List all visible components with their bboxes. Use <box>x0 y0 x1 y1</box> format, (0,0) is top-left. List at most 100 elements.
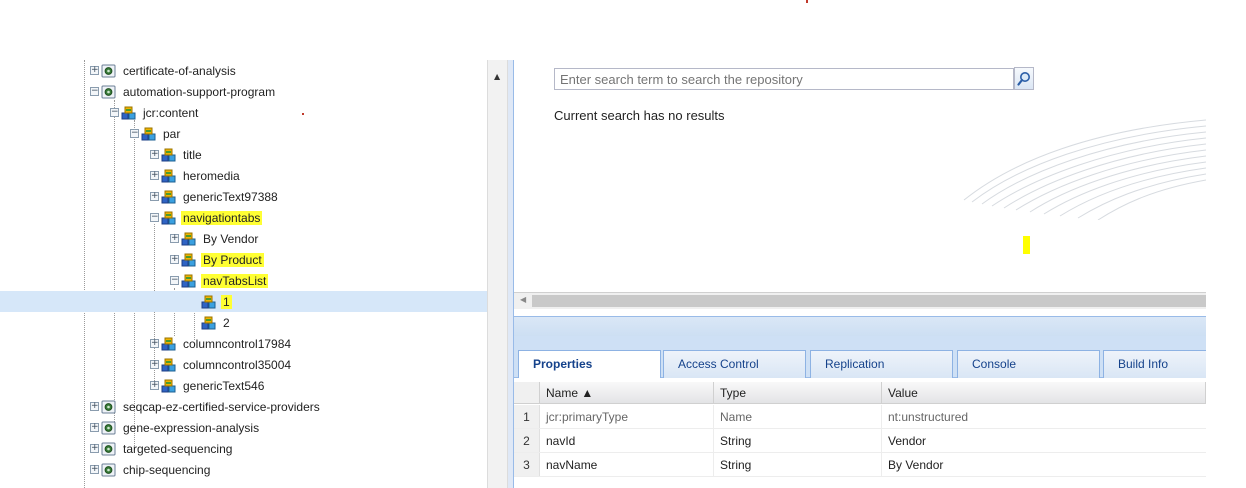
property-type: String <box>714 453 882 476</box>
tree-node[interactable]: 2 <box>0 312 487 333</box>
collapse-toggle-icon[interactable]: − <box>110 108 119 117</box>
scrollbar-thumb[interactable] <box>532 295 1206 307</box>
tree-node[interactable]: + columncontrol35004 <box>0 354 487 375</box>
tree-node[interactable]: + By Vendor <box>0 228 487 249</box>
tree-node[interactable]: − automation-support-program <box>0 81 487 102</box>
tree-node-label[interactable]: genericText97388 <box>181 190 280 204</box>
node-icon <box>201 295 217 309</box>
repository-search-input[interactable] <box>554 68 1014 90</box>
tree-node-label[interactable]: par <box>161 127 182 141</box>
expand-toggle-icon[interactable]: + <box>90 66 99 75</box>
table-row[interactable]: 3 navName String By Vendor <box>514 453 1206 477</box>
tree-node-label[interactable]: automation-support-program <box>121 85 277 99</box>
tree-node[interactable]: + certificate-of-analysis <box>0 60 487 81</box>
property-name: navName <box>540 453 714 476</box>
tree-node[interactable]: − navTabsList <box>0 270 487 291</box>
scroll-up-arrow-icon[interactable]: ▲ <box>494 72 500 81</box>
tree-node-label[interactable]: certificate-of-analysis <box>121 64 238 78</box>
tree-scrollbar[interactable]: ▲ <box>487 60 508 488</box>
tree-node[interactable]: + heromedia <box>0 165 487 186</box>
expand-toggle-icon[interactable]: + <box>150 339 159 348</box>
content-tree[interactable]: + certificate-of-analysis − automation-supp… <box>0 60 487 488</box>
tree-node[interactable]: + By Product <box>0 249 487 270</box>
expand-toggle-icon[interactable]: + <box>150 150 159 159</box>
node-icon <box>161 169 177 183</box>
tree-node-label[interactable]: seqcap-ez-certified-service-providers <box>121 400 322 414</box>
page-icon <box>101 421 117 435</box>
tree-node-label[interactable]: By Product <box>201 252 264 267</box>
column-header-type[interactable]: Type <box>714 382 882 403</box>
property-type: Name <box>714 405 882 428</box>
tree-node-label[interactable]: genericText546 <box>181 379 266 393</box>
tree-node-label[interactable]: jcr:content <box>141 106 200 120</box>
property-value: nt:unstructured <box>888 409 969 424</box>
expand-toggle-icon[interactable]: + <box>170 234 179 243</box>
node-icon <box>121 106 137 120</box>
collapse-toggle-icon[interactable]: − <box>90 87 99 96</box>
collapse-toggle-icon[interactable]: − <box>170 276 179 285</box>
node-icon <box>201 316 217 330</box>
table-row[interactable]: 2 navId String Vendor <box>514 429 1206 453</box>
properties-grid: Name ▲ Type Value 1 jcr:primaryType Name… <box>514 378 1206 488</box>
search-horizontal-scrollbar[interactable]: ◀ <box>514 292 1206 309</box>
collapse-toggle-icon[interactable]: − <box>150 213 159 222</box>
tree-node-label[interactable]: columncontrol17984 <box>181 337 293 351</box>
node-icon <box>181 253 197 267</box>
panel-header-bar <box>514 316 1206 336</box>
tree-node-label[interactable]: columncontrol35004 <box>181 358 293 372</box>
collapse-toggle-icon[interactable]: − <box>130 129 139 138</box>
tree-node[interactable]: − par <box>0 123 487 144</box>
tree-node[interactable]: + chip-sequencing <box>0 459 487 480</box>
magnifier-icon <box>1017 72 1030 86</box>
property-name: navId <box>540 429 714 452</box>
page-margin <box>1206 60 1246 488</box>
tree-node[interactable]: + seqcap-ez-certified-service-providers <box>0 396 487 417</box>
tree-node-label[interactable]: navigationtabs <box>181 210 263 225</box>
expand-toggle-icon[interactable]: + <box>90 402 99 411</box>
tree-node[interactable]: + genericText97388 <box>0 186 487 207</box>
tree-node-label[interactable]: 1 <box>221 294 232 309</box>
tree-node[interactable]: + genericText546 <box>0 375 487 396</box>
node-icon <box>161 337 177 351</box>
tree-node[interactable]: + title <box>0 144 487 165</box>
expand-toggle-icon[interactable]: + <box>90 465 99 474</box>
tab-replication[interactable]: Replication <box>810 350 953 378</box>
expand-toggle-icon[interactable]: + <box>150 171 159 180</box>
grid-header-row: Name ▲ Type Value <box>514 382 1206 404</box>
tree-node-label[interactable]: title <box>181 148 204 162</box>
tab-console[interactable]: Console <box>957 350 1100 378</box>
node-icon <box>181 274 197 288</box>
column-header-value[interactable]: Value <box>882 382 1206 403</box>
page-icon <box>101 463 117 477</box>
expand-toggle-icon[interactable]: + <box>150 381 159 390</box>
tree-node[interactable]: + columncontrol17984 <box>0 333 487 354</box>
tree-node-label[interactable]: navTabsList <box>201 273 269 288</box>
tree-node[interactable]: + targeted-sequencing <box>0 438 487 459</box>
tree-node[interactable]: − jcr:content <box>0 102 487 123</box>
tree-node-label[interactable]: targeted-sequencing <box>121 442 234 456</box>
expand-toggle-icon[interactable]: + <box>150 360 159 369</box>
page-icon <box>101 400 117 414</box>
tree-node-label[interactable]: chip-sequencing <box>121 463 212 477</box>
expand-toggle-icon[interactable]: + <box>150 192 159 201</box>
expand-toggle-icon[interactable]: + <box>90 423 99 432</box>
tree-node-label[interactable]: By Vendor <box>201 232 260 246</box>
tree-node[interactable]: + gene-expression-analysis <box>0 417 487 438</box>
marker-dot <box>806 0 808 3</box>
tab-access-control[interactable]: Access Control <box>663 350 806 378</box>
search-button[interactable] <box>1014 67 1034 90</box>
tab-properties[interactable]: Properties <box>518 350 661 379</box>
tree-node-label[interactable]: 2 <box>221 316 232 330</box>
row-number-header <box>514 382 540 403</box>
scroll-left-arrow-icon[interactable]: ◀ <box>520 295 526 304</box>
row-number: 3 <box>514 453 540 476</box>
tree-node[interactable]: − navigationtabs <box>0 207 487 228</box>
node-icon <box>161 190 177 204</box>
expand-toggle-icon[interactable]: + <box>170 255 179 264</box>
expand-toggle-icon[interactable]: + <box>90 444 99 453</box>
tree-node-label[interactable]: gene-expression-analysis <box>121 421 261 435</box>
tree-node[interactable]: 1 <box>0 291 487 312</box>
tree-node-label[interactable]: heromedia <box>181 169 242 183</box>
column-header-name[interactable]: Name ▲ <box>540 382 714 403</box>
table-row[interactable]: 1 jcr:primaryType Name nt:unstructured <box>514 405 1206 429</box>
